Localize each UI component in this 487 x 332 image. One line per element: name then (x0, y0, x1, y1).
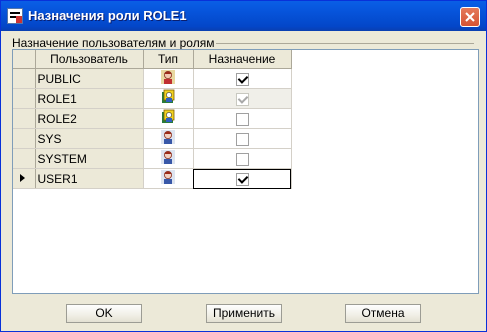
empty-cell (291, 129, 478, 149)
user-name-cell[interactable]: ROLE1 (35, 88, 144, 109)
user-role-icon (160, 69, 176, 88)
empty-cell (291, 89, 478, 109)
indicator-header (13, 50, 36, 69)
column-header-assign[interactable]: Назначение (193, 50, 292, 69)
empty-header (291, 50, 478, 69)
type-cell (143, 88, 194, 109)
assign-cell[interactable] (193, 128, 292, 149)
table-row[interactable]: SYSTEM (13, 148, 478, 169)
role-icon (160, 109, 176, 128)
window-title: Назначения роли ROLE1 (28, 8, 187, 23)
user-icon (160, 129, 176, 148)
assign-checkbox[interactable] (235, 132, 249, 146)
user-name-cell[interactable]: USER1 (35, 168, 144, 189)
type-cell (143, 68, 194, 89)
empty-cell (291, 109, 478, 129)
type-cell (143, 168, 194, 189)
table-row[interactable]: SYS (13, 128, 478, 149)
grid-body: PUBLIC ROLE1 ROLE2 SYS SYSTEM USER1 (13, 68, 478, 189)
user-name-cell[interactable]: PUBLIC (35, 68, 144, 89)
user-name-cell[interactable]: ROLE2 (35, 108, 144, 129)
group-label: Назначение пользователям и ролям (12, 36, 217, 50)
assign-checkbox[interactable] (235, 172, 249, 186)
user-icon (160, 149, 176, 168)
assign-cell[interactable] (193, 168, 292, 189)
assign-cell[interactable] (193, 68, 292, 89)
ok-button[interactable]: OK (66, 304, 142, 323)
assign-cell[interactable] (193, 88, 292, 109)
button-bar: OK Применить Отмена (4, 299, 483, 328)
row-indicator[interactable] (13, 88, 36, 109)
assignment-grid: Пользователь Тип Назначение PUBLIC ROLE1 R… (12, 49, 479, 294)
current-row-arrow-icon (20, 174, 25, 182)
table-row[interactable]: ROLE2 (13, 108, 478, 129)
row-indicator[interactable] (13, 68, 36, 89)
assignment-table: Пользователь Тип Назначение PUBLIC ROLE1 R… (13, 50, 478, 189)
row-indicator[interactable] (13, 128, 36, 149)
row-indicator[interactable] (13, 148, 36, 169)
assign-checkbox[interactable] (235, 112, 249, 126)
table-row[interactable]: ROLE1 (13, 88, 478, 109)
close-button[interactable] (460, 7, 480, 27)
document-icon (7, 8, 23, 24)
column-header-type[interactable]: Тип (143, 50, 194, 69)
column-header-user[interactable]: Пользователь (35, 50, 144, 69)
empty-cell (291, 69, 478, 89)
role-icon (160, 89, 176, 108)
dialog-window: Назначения роли ROLE1 Назначение пользов… (0, 0, 487, 332)
assign-checkbox[interactable] (235, 72, 249, 86)
user-name-cell[interactable]: SYSTEM (35, 148, 144, 169)
title-bar[interactable]: Назначения роли ROLE1 (1, 1, 486, 31)
apply-button[interactable]: Применить (206, 304, 282, 323)
user-icon (160, 169, 176, 188)
type-cell (143, 128, 194, 149)
cancel-button[interactable]: Отмена (345, 304, 421, 323)
type-cell (143, 108, 194, 129)
type-cell (143, 148, 194, 169)
table-row[interactable]: USER1 (13, 168, 478, 189)
header-row: Пользователь Тип Назначение (13, 50, 478, 69)
assign-checkbox[interactable] (235, 152, 249, 166)
empty-cell (291, 169, 478, 189)
user-name-cell[interactable]: SYS (35, 128, 144, 149)
row-indicator[interactable] (13, 108, 36, 129)
assign-cell[interactable] (193, 108, 292, 129)
close-icon (465, 12, 475, 22)
assign-checkbox (235, 92, 249, 106)
assign-cell[interactable] (193, 148, 292, 169)
row-indicator[interactable] (13, 168, 36, 189)
empty-cell (291, 149, 478, 169)
dialog-client-area: Назначение пользователям и ролям Пользов… (4, 31, 483, 328)
table-row[interactable]: PUBLIC (13, 68, 478, 89)
